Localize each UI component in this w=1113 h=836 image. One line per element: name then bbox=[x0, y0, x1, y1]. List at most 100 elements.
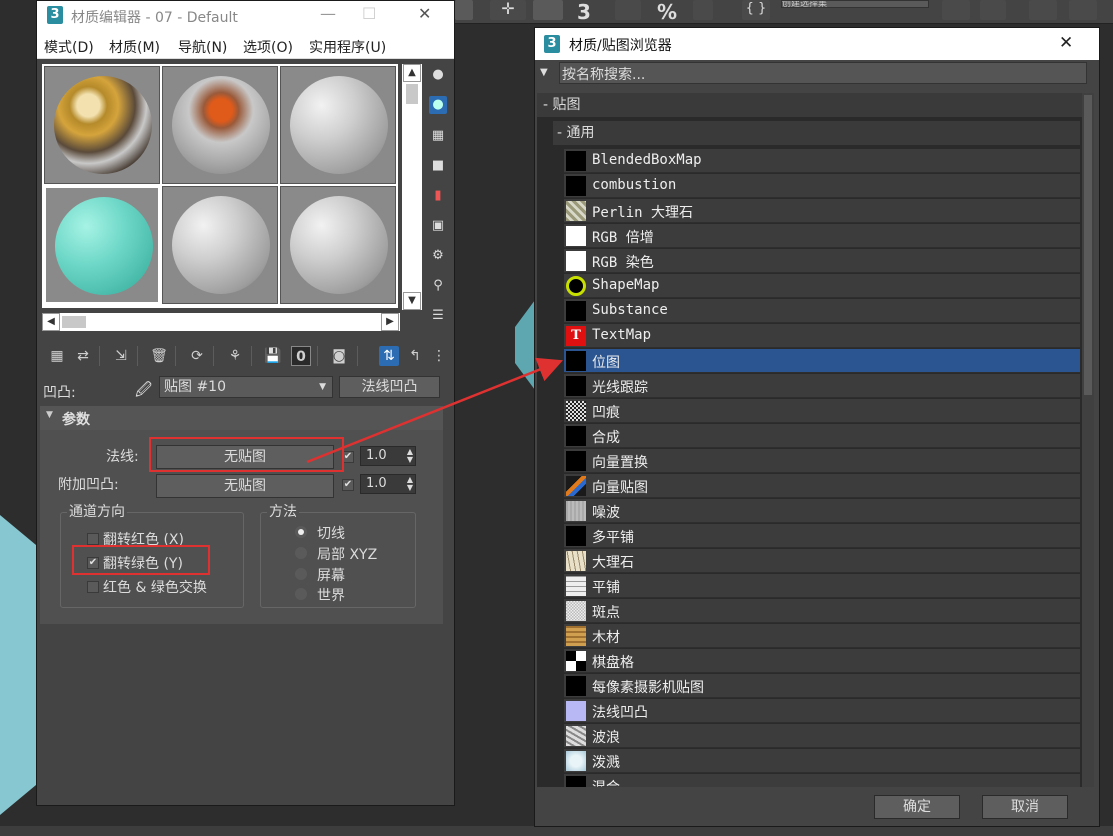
go-forward-icon[interactable]: ⋮ bbox=[429, 346, 449, 366]
options-icon[interactable]: ⚙ bbox=[429, 247, 447, 265]
category-maps[interactable]: - 贴图 bbox=[537, 93, 1082, 117]
background-checker-icon[interactable]: ▦ bbox=[429, 127, 447, 145]
cancel-button[interactable]: 取消 bbox=[982, 795, 1068, 819]
search-input[interactable]: 按名称搜索... bbox=[559, 62, 1087, 84]
map-item[interactable]: 向量贴图 bbox=[564, 474, 1080, 498]
rollout-header[interactable]: ▼ 参数 bbox=[40, 406, 443, 430]
map-item[interactable]: ShapeMap bbox=[564, 274, 1080, 298]
menu-navigation[interactable]: 导航(N) bbox=[178, 37, 227, 57]
additional-bump-button[interactable]: 无贴图 bbox=[156, 474, 334, 498]
sample-slot-1[interactable] bbox=[44, 66, 160, 184]
slots-vertical-scrollbar[interactable]: ▲ ▼ bbox=[402, 64, 422, 310]
make-preview-icon[interactable]: ▣ bbox=[429, 217, 447, 235]
layer-manager-icon[interactable] bbox=[1029, 0, 1057, 20]
map-item[interactable]: T TextMap bbox=[564, 324, 1080, 348]
scroll-up-icon[interactable]: ▲ bbox=[403, 64, 421, 82]
snap-3-icon[interactable]: 3 bbox=[577, 0, 591, 24]
map-item[interactable]: 大理石 bbox=[564, 549, 1080, 573]
close-icon[interactable]: ✕ bbox=[1059, 33, 1073, 53]
material-map-navigator-icon[interactable]: ☰ bbox=[429, 307, 447, 325]
go-to-parent-icon[interactable]: ↰ bbox=[405, 346, 425, 366]
show-end-result-icon[interactable]: ⇅ bbox=[379, 346, 399, 366]
backlight-icon[interactable]: ● bbox=[429, 96, 447, 114]
map-item[interactable]: Perlin 大理石 bbox=[564, 199, 1080, 223]
spinner-arrows-icon[interactable]: ▲ ▼ bbox=[407, 448, 413, 464]
map-item[interactable]: RGB 染色 bbox=[564, 249, 1080, 273]
map-item[interactable]: combustion bbox=[564, 174, 1080, 198]
rotate-icon[interactable] bbox=[533, 0, 563, 20]
eyedropper-icon[interactable]: 🖉 bbox=[135, 379, 152, 406]
browser-scroll-thumb[interactable] bbox=[1084, 95, 1092, 395]
map-item[interactable]: 多平铺 bbox=[564, 524, 1080, 548]
map-item[interactable]: RGB 倍增 bbox=[564, 224, 1080, 248]
map-item[interactable]: 凹痕 bbox=[564, 399, 1080, 423]
map-item[interactable]: 泼溅 bbox=[564, 749, 1080, 773]
additional-enable-checkbox[interactable]: ✔ bbox=[342, 479, 354, 491]
minimize-icon[interactable]: — bbox=[320, 4, 336, 23]
method-local-radio[interactable] bbox=[295, 547, 307, 559]
method-tangent-radio[interactable] bbox=[295, 526, 307, 538]
get-material-icon[interactable]: ▦ bbox=[47, 346, 67, 366]
menu-material[interactable]: 材质(M) bbox=[109, 37, 160, 57]
sample-type-sphere-icon[interactable]: ● bbox=[429, 66, 447, 84]
menu-mode[interactable]: 模式(D) bbox=[44, 37, 94, 57]
material-editor-titlebar[interactable]: 3 材质编辑器 - 07 - Default — ☐ ✕ bbox=[37, 1, 454, 31]
map-item[interactable]: 光线跟踪 bbox=[564, 374, 1080, 398]
close-icon[interactable]: ✕ bbox=[418, 4, 431, 23]
assign-material-icon[interactable]: ⇲ bbox=[111, 346, 131, 366]
map-item[interactable]: 斑点 bbox=[564, 599, 1080, 623]
category-general[interactable]: - 通用 bbox=[553, 121, 1080, 145]
toolbar-select-button[interactable] bbox=[455, 0, 473, 20]
map-item[interactable]: 木材 bbox=[564, 624, 1080, 648]
additional-amount-spinner[interactable]: 1.0 ▲ ▼ bbox=[360, 474, 416, 494]
scroll-right-icon[interactable]: ▶ bbox=[381, 313, 399, 331]
percent-snap-icon[interactable]: % bbox=[657, 0, 677, 24]
menu-utilities[interactable]: 实用程序(U) bbox=[309, 37, 386, 57]
search-options-icon[interactable]: ▼ bbox=[540, 67, 548, 78]
map-item[interactable]: 向量置换 bbox=[564, 449, 1080, 473]
method-world-radio[interactable] bbox=[295, 588, 307, 600]
sample-slot-2[interactable] bbox=[162, 66, 278, 184]
align-icon[interactable] bbox=[980, 0, 1006, 20]
swap-rg-checkbox[interactable] bbox=[87, 581, 99, 593]
map-item[interactable]: 棋盘格 bbox=[564, 649, 1080, 673]
video-color-check-icon[interactable]: ▮ bbox=[429, 187, 447, 205]
maximize-icon[interactable]: ☐ bbox=[362, 4, 376, 23]
scroll-left-icon[interactable]: ◀ bbox=[42, 313, 60, 331]
make-unique-icon[interactable]: ⟳ bbox=[187, 346, 207, 366]
map-item[interactable]: 平铺 bbox=[564, 574, 1080, 598]
normal-amount-spinner[interactable]: 1.0 ▲ ▼ bbox=[360, 446, 416, 466]
uv-tiling-icon[interactable]: ■ bbox=[429, 157, 447, 175]
map-item[interactable]: 混合 bbox=[564, 774, 1080, 787]
spinner-arrows-icon[interactable]: ▲ ▼ bbox=[407, 476, 413, 492]
sample-slot-3[interactable] bbox=[280, 66, 396, 184]
slots-horizontal-scrollbar[interactable]: ◀ ▶ bbox=[42, 313, 400, 331]
map-item[interactable]: Substance bbox=[564, 299, 1080, 323]
save-icon[interactable]: 💾 bbox=[263, 346, 283, 366]
selection-set-combo[interactable]: 创建选择集 bbox=[781, 0, 929, 8]
show-shaded-icon[interactable]: ◙ bbox=[329, 346, 349, 366]
menu-options[interactable]: 选项(O) bbox=[243, 37, 293, 57]
scroll-down-icon[interactable]: ▼ bbox=[403, 292, 421, 310]
map-item[interactable]: 法线凹凸 bbox=[564, 699, 1080, 723]
method-screen-radio[interactable] bbox=[295, 568, 307, 580]
map-item[interactable]: BlendedBoxMap bbox=[564, 149, 1080, 173]
browser-titlebar[interactable]: 3 材质/贴图浏览器 ✕ bbox=[535, 28, 1099, 60]
angle-snap-icon[interactable] bbox=[615, 0, 641, 20]
move-icon[interactable]: ✛ bbox=[490, 0, 526, 20]
scroll-thumb[interactable] bbox=[406, 84, 418, 104]
map-item[interactable]: 合成 bbox=[564, 424, 1080, 448]
map-item[interactable]: 波浪 bbox=[564, 724, 1080, 748]
sample-slot-5[interactable] bbox=[162, 186, 278, 304]
sample-slot-4[interactable] bbox=[44, 186, 160, 304]
select-by-material-icon[interactable]: ⚲ bbox=[429, 277, 447, 295]
put-to-library-icon[interactable]: ⚘ bbox=[225, 346, 245, 366]
mirror-icon[interactable] bbox=[942, 0, 970, 20]
browser-scrollbar[interactable] bbox=[1082, 93, 1094, 787]
map-name-combo[interactable]: 贴图 #10 ▼ bbox=[159, 376, 333, 398]
scroll-thumb-h[interactable] bbox=[62, 316, 86, 328]
map-item[interactable]: 噪波 bbox=[564, 499, 1080, 523]
map-list[interactable]: - 贴图 - 通用 BlendedBoxMap combustion Perlin … bbox=[537, 93, 1082, 787]
reset-map-icon[interactable]: 🗑 bbox=[149, 346, 169, 366]
material-id-channel-icon[interactable]: 0 bbox=[291, 346, 311, 366]
